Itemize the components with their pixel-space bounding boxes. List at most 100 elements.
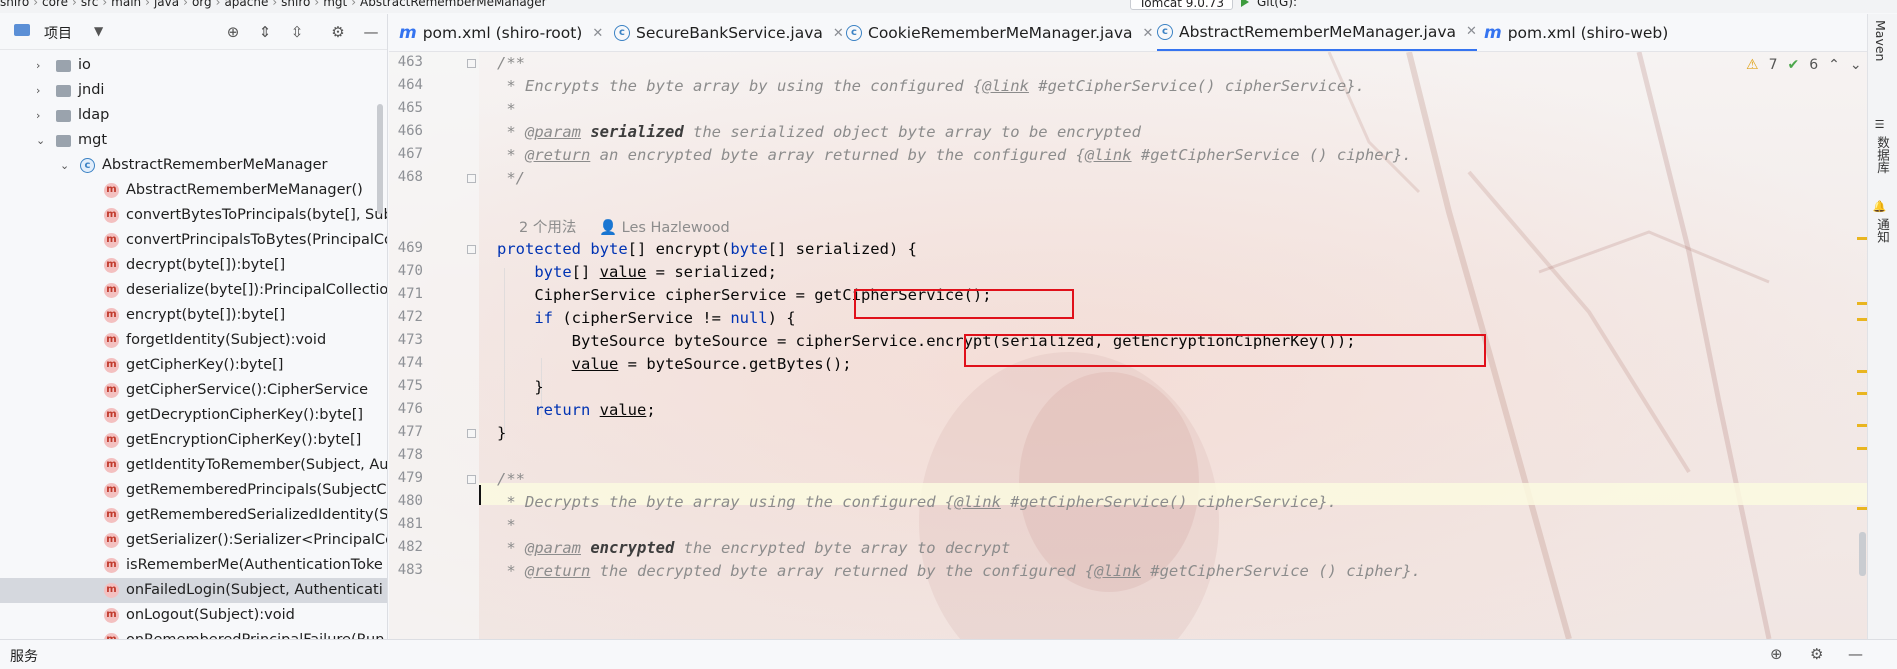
project-panel-title[interactable]: 项目	[44, 23, 72, 43]
breadcrumb-item[interactable]: core	[42, 0, 68, 11]
code-line-482[interactable]: * @param encrypted the encrypted byte ar…	[497, 537, 1010, 559]
line-number[interactable]: 464	[389, 77, 423, 93]
code-line-474[interactable]: value = byteSource.getBytes();	[497, 353, 852, 375]
usages-hint[interactable]: 2 个用法	[519, 220, 576, 236]
line-number[interactable]: 470	[389, 263, 423, 279]
fold-marker-icon[interactable]	[467, 429, 476, 438]
tree-item[interactable]: monRememberedPrincipalFailure(Run	[0, 628, 387, 639]
tree-item[interactable]: m encrypt(byte[]):byte[]	[0, 303, 387, 328]
code-line-468[interactable]: */	[497, 167, 525, 189]
code-line-463[interactable]: /**	[497, 52, 525, 74]
line-number[interactable]: 478	[389, 447, 423, 463]
code-line-481[interactable]: *	[497, 514, 515, 536]
tree-item[interactable]: m getSerializer():Serializer<PrincipalCo	[0, 528, 387, 553]
code-line-470[interactable]: byte[] value = serialized;	[497, 261, 777, 283]
line-number[interactable]: 469	[389, 240, 423, 256]
services-tool-button[interactable]: 服务	[10, 646, 38, 666]
inspection-widget[interactable]: ⚠ 7 ✔ 6 ⌃ ⌄	[1746, 57, 1862, 73]
gear-icon[interactable]: ⚙	[329, 23, 347, 41]
breadcrumb-item[interactable]: java	[154, 0, 179, 11]
chevron-up-icon[interactable]: ⌃	[1828, 57, 1840, 73]
tree-item[interactable]: m getEncryptionCipherKey():byte[]	[0, 428, 387, 453]
git-label[interactable]: Git(G):	[1257, 0, 1297, 9]
code-line-476[interactable]: return value;	[497, 399, 655, 421]
line-number[interactable]: 472	[389, 309, 423, 325]
run-config-dropdown[interactable]: Tomcat 9.0.73	[1130, 0, 1233, 10]
breadcrumb-item[interactable]: src	[81, 0, 99, 11]
line-number[interactable]: 483	[389, 562, 423, 578]
breadcrumb-item[interactable]: AbstractRememberMeManager	[360, 0, 547, 11]
breadcrumb-item[interactable]: apache	[224, 0, 268, 11]
tree-item[interactable]: m getRememberedPrincipals(SubjectC	[0, 478, 387, 503]
breadcrumb-item[interactable]: main	[111, 0, 141, 11]
tree-item[interactable]: ⌄ c AbstractRememberMeManager	[0, 153, 387, 178]
gear-icon[interactable]: ⚙	[1810, 645, 1823, 663]
fold-marker-icon[interactable]	[467, 59, 476, 68]
tree-item[interactable]: m getCipherKey():byte[]	[0, 353, 387, 378]
tree-item[interactable]: m getRememberedSerializedIdentity(S	[0, 503, 387, 528]
collapse-all-icon[interactable]: ⇳	[288, 23, 306, 41]
tree-item[interactable]: m getIdentityToRemember(Subject, Au	[0, 453, 387, 478]
run-icon[interactable]	[1240, 0, 1249, 7]
tree-item[interactable]: m getDecryptionCipherKey():byte[]	[0, 403, 387, 428]
code-line-477[interactable]: }	[497, 422, 506, 444]
tree-item[interactable]: m getCipherService():CipherService	[0, 378, 387, 403]
fold-marker-icon[interactable]	[467, 174, 476, 183]
minimize-icon[interactable]: —	[362, 23, 380, 41]
tree-item[interactable]: m forgetIdentity(Subject):void	[0, 328, 387, 353]
line-number[interactable]: 467	[389, 146, 423, 162]
line-number[interactable]: 466	[389, 123, 423, 139]
editor-scrollbar[interactable]	[1859, 532, 1866, 576]
tab-3[interactable]: c CookieRememberMeManager.java ✕	[846, 14, 1154, 51]
database-tool-button[interactable]: 数据库	[1873, 136, 1892, 174]
notifications-tool-button[interactable]: 通知	[1873, 218, 1892, 243]
tab-1[interactable]: m pom.xml (shiro-root) ✕	[399, 14, 603, 51]
breadcrumb-item[interactable]: org	[192, 0, 212, 11]
tree-item[interactable]: m onFailedLogin(Subject, Authenticati	[0, 578, 387, 603]
weak-warning-count[interactable]: 6	[1809, 57, 1818, 73]
chevron-down-icon[interactable]: ▼	[94, 24, 103, 38]
tree-item[interactable]: m isRememberMe(AuthenticationToke	[0, 553, 387, 578]
globe-icon[interactable]: ⊕	[1770, 645, 1783, 663]
line-number[interactable]: 475	[389, 378, 423, 394]
code-line-480[interactable]: * Decrypts the byte array using the conf…	[497, 491, 1337, 513]
warning-count[interactable]: 7	[1769, 57, 1778, 73]
close-icon[interactable]: ✕	[592, 26, 603, 41]
close-icon[interactable]: ✕	[1143, 26, 1154, 41]
tree-item[interactable]: › jndi	[0, 78, 387, 103]
close-icon[interactable]: ✕	[1466, 24, 1477, 39]
line-number[interactable]: 463	[389, 54, 423, 70]
code-line-479[interactable]: /**	[497, 468, 525, 490]
line-number[interactable]: 474	[389, 355, 423, 371]
tree-item[interactable]: › ldap	[0, 103, 387, 128]
chevron-down-icon[interactable]: ⌄	[36, 128, 45, 153]
line-number[interactable]: 473	[389, 332, 423, 348]
fold-marker-icon[interactable]	[467, 475, 476, 484]
line-number[interactable]: 482	[389, 539, 423, 555]
expand-all-icon[interactable]: ⇕	[256, 23, 274, 41]
maven-tool-button[interactable]: Maven	[1873, 20, 1888, 61]
code-line-472[interactable]: if (cipherService != null) {	[497, 307, 795, 329]
line-number[interactable]: 471	[389, 286, 423, 302]
code-line-466[interactable]: * @param serialized the serialized objec…	[497, 121, 1141, 143]
tree-scrollbar[interactable]	[377, 104, 383, 214]
tree-item[interactable]: m decrypt(byte[]):byte[]	[0, 253, 387, 278]
line-number[interactable]: 465	[389, 100, 423, 116]
close-icon[interactable]: ✕	[833, 26, 844, 41]
tree-item[interactable]: › io	[0, 53, 387, 78]
tree-item[interactable]: ⌄ mgt	[0, 128, 387, 153]
minimize-icon[interactable]: —	[1848, 645, 1863, 663]
line-number[interactable]: 480	[389, 493, 423, 509]
breadcrumb-item[interactable]: shiro	[281, 0, 310, 11]
code-line-464[interactable]: * Encrypts the byte array by using the c…	[497, 75, 1365, 97]
chevron-right-icon[interactable]: ›	[36, 53, 40, 78]
fold-marker-icon[interactable]	[467, 245, 476, 254]
breadcrumb-item[interactable]: mgt	[323, 0, 347, 11]
chevron-right-icon[interactable]: ›	[36, 78, 40, 103]
author-hint[interactable]: Les Hazlewood	[622, 220, 730, 236]
tab-2[interactable]: c SecureBankService.java ✕	[614, 14, 844, 51]
tree-item[interactable]: m onLogout(Subject):void	[0, 603, 387, 628]
breadcrumb-item[interactable]: shiro	[0, 0, 29, 11]
tree-item[interactable]: m deserialize(byte[]):PrincipalCollectio	[0, 278, 387, 303]
line-number[interactable]: 479	[389, 470, 423, 486]
